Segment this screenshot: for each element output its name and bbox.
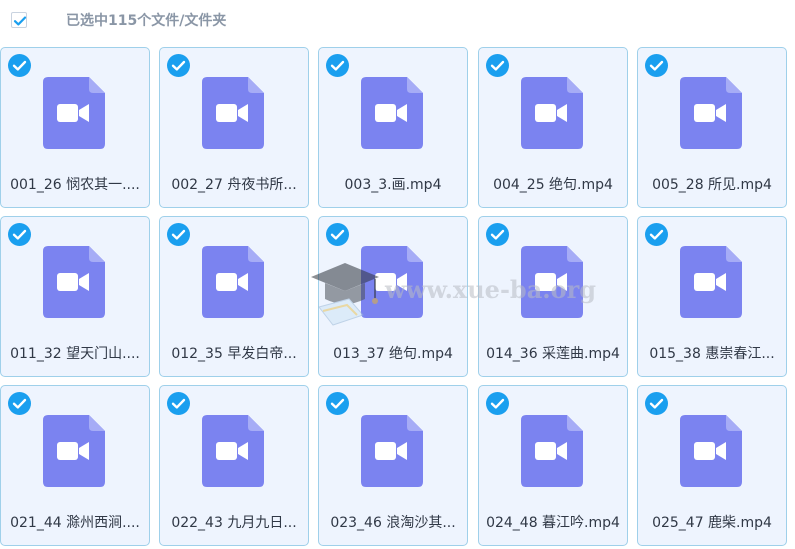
selected-check-icon[interactable] [486, 54, 509, 77]
selected-check-icon[interactable] [8, 54, 31, 77]
selected-check-icon[interactable] [645, 54, 668, 77]
file-card[interactable]: 022_43 九月九日... [159, 385, 309, 546]
file-card[interactable]: 013_37 绝句.mp4 [318, 216, 468, 377]
file-name: 012_35 早发白帝... [171, 346, 297, 362]
file-card[interactable]: 021_44 滁州西涧.... [0, 385, 150, 546]
selected-check-icon[interactable] [167, 54, 190, 77]
selected-check-icon[interactable] [8, 223, 31, 246]
video-file-icon [43, 246, 105, 318]
video-file-icon [202, 77, 264, 149]
selected-check-icon[interactable] [486, 392, 509, 415]
video-file-icon [202, 415, 264, 487]
video-file-icon [361, 246, 423, 318]
selected-check-icon[interactable] [167, 223, 190, 246]
video-file-icon [361, 415, 423, 487]
file-name: 011_32 望天门山.... [10, 346, 140, 362]
file-name: 001_26 悯农其一.... [10, 177, 140, 193]
video-file-icon [521, 415, 583, 487]
file-card[interactable]: 001_26 悯农其一.... [0, 47, 150, 208]
file-card[interactable]: 015_38 惠崇春江... [637, 216, 787, 377]
file-card[interactable]: 002_27 舟夜书所... [159, 47, 309, 208]
file-card[interactable]: 014_36 采莲曲.mp4 [478, 216, 628, 377]
file-name: 023_46 浪淘沙其... [330, 515, 456, 531]
selection-toolbar: 已选中115个文件/文件夹 [0, 0, 795, 42]
selected-check-icon[interactable] [167, 392, 190, 415]
selected-check-icon[interactable] [486, 223, 509, 246]
file-card[interactable]: 011_32 望天门山.... [0, 216, 150, 377]
file-card[interactable]: 024_48 暮江吟.mp4 [478, 385, 628, 546]
file-name: 005_28 所见.mp4 [652, 177, 772, 193]
video-file-icon [521, 77, 583, 149]
selected-check-icon[interactable] [645, 223, 668, 246]
file-name: 022_43 九月九日... [171, 515, 297, 531]
file-name: 015_38 惠崇春江... [649, 346, 775, 362]
file-card[interactable]: 005_28 所见.mp4 [637, 47, 787, 208]
file-card[interactable]: 023_46 浪淘沙其... [318, 385, 468, 546]
selected-check-icon[interactable] [645, 392, 668, 415]
video-file-icon [521, 246, 583, 318]
video-file-icon [361, 77, 423, 149]
selected-check-icon[interactable] [326, 54, 349, 77]
selected-check-icon[interactable] [326, 392, 349, 415]
file-card[interactable]: 025_47 鹿柴.mp4 [637, 385, 787, 546]
file-name: 013_37 绝句.mp4 [333, 346, 453, 362]
file-name: 003_3.画.mp4 [344, 177, 442, 193]
file-name: 024_48 暮江吟.mp4 [486, 515, 620, 531]
file-name: 002_27 舟夜书所... [171, 177, 297, 193]
file-card[interactable]: 003_3.画.mp4 [318, 47, 468, 208]
selection-count-text: 已选中115个文件/文件夹 [66, 13, 227, 29]
file-name: 021_44 滁州西涧.... [10, 515, 140, 531]
file-card[interactable]: 012_35 早发白帝... [159, 216, 309, 377]
video-file-icon [680, 415, 742, 487]
video-file-icon [43, 415, 105, 487]
checkmark-icon [13, 16, 27, 26]
file-name: 014_36 采莲曲.mp4 [486, 346, 620, 362]
file-name: 025_47 鹿柴.mp4 [652, 515, 772, 531]
selected-check-icon[interactable] [326, 223, 349, 246]
file-card[interactable]: 004_25 绝句.mp4 [478, 47, 628, 208]
select-all-checkbox[interactable] [11, 12, 27, 28]
file-name: 004_25 绝句.mp4 [493, 177, 613, 193]
selected-check-icon[interactable] [8, 392, 31, 415]
video-file-icon [680, 246, 742, 318]
video-file-icon [43, 77, 105, 149]
video-file-icon [680, 77, 742, 149]
video-file-icon [202, 246, 264, 318]
